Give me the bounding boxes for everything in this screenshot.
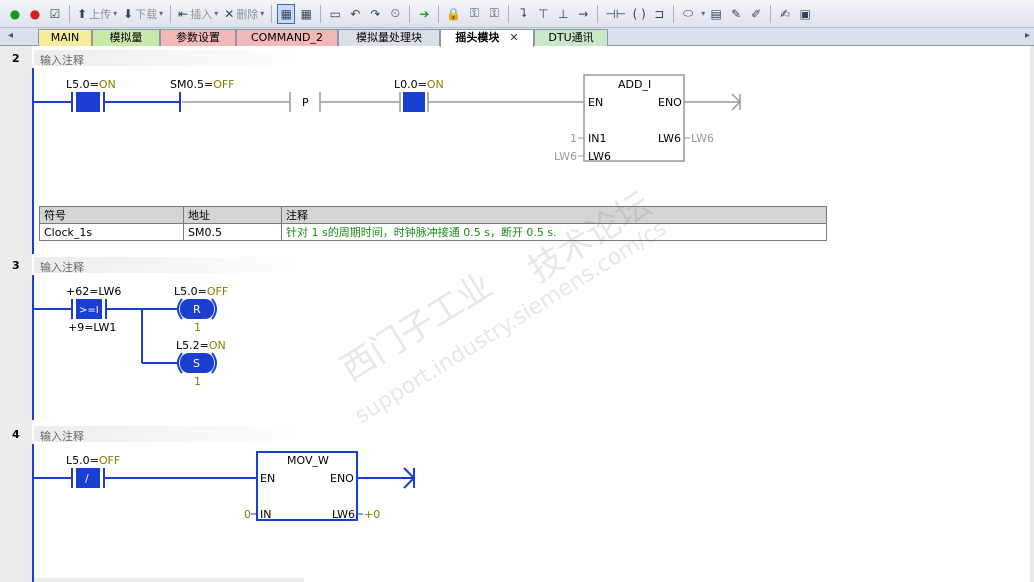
horizontal-scrollbar[interactable] [34,578,304,582]
network-2: L5.0=ON SM0.5=OFF P L0.0=ON ADD_I EN ENO [34,74,742,163]
pin-eno: ENO [658,96,682,109]
coil-count: 1 [194,321,201,334]
out-value: LW6 [691,132,714,145]
compare-bottom-operand: +9=LW1 [68,321,116,334]
coil-count: 1 [194,375,201,388]
network-4: / L5.0=OFF MOV_W EN ENO IN LW6 0 +0 [34,451,416,521]
column-header-address: 地址 [183,206,282,224]
in2-value: LW6 [554,150,577,163]
compare-operator: >=I [79,305,99,316]
edge-label: P [302,96,309,109]
table-row[interactable]: Clock_1s SM0.5 针对 1 s的周期时间，时钟脉冲接通 0.5 s，… [39,223,827,241]
ladder-diagram: L5.0=ON SM0.5=OFF P L0.0=ON ADD_I EN ENO [32,68,742,582]
contact-l5-0[interactable] [71,92,105,112]
coil-address: L5.2=ON [176,339,226,352]
symbol-table: 符号 地址 注释 Clock_1s SM0.5 针对 1 s的周期时间，时钟脉冲… [39,206,827,241]
pin-en: EN [588,96,603,109]
contact-address: SM0.5=OFF [170,78,235,91]
in1-value: 1 [570,132,577,145]
coil-address: L5.0=OFF [174,285,228,298]
reset-coil[interactable]: R [177,298,217,320]
pin-out: LW6 [332,508,355,521]
mov-w-block[interactable]: MOV_W EN ENO IN LW6 [256,451,358,521]
power-rail [32,444,34,582]
cell-address: SM0.5 [183,223,282,241]
set-coil[interactable]: S [177,352,217,374]
contact-l0-0[interactable] [399,92,429,112]
contact-address: L5.0=ON [66,78,116,91]
column-header-symbol: 符号 [39,206,184,224]
column-header-comment: 注释 [281,206,827,224]
compare-contact[interactable]: >=I [71,299,107,319]
pin-en: EN [260,472,275,485]
block-title: ADD_I [618,78,651,91]
contact-address: L0.0=ON [394,78,444,91]
out-value: +0 [364,508,380,521]
contact-type: / [85,472,89,485]
add-i-block[interactable]: ADD_I EN ENO IN1 LW6 LW6 [583,74,685,163]
block-title: MOV_W [287,454,329,467]
positive-edge-contact[interactable]: P [289,92,321,112]
coil-type: S [193,357,200,370]
pin-out: LW6 [658,132,681,145]
coil-type: R [193,303,201,316]
pin-in2: LW6 [588,150,611,163]
contact-address: L5.0=OFF [66,454,120,467]
cell-comment: 针对 1 s的周期时间，时钟脉冲接通 0.5 s，断开 0.5 s. [281,223,827,241]
pin-eno: ENO [330,472,354,485]
pin-in: IN [260,508,271,521]
normally-closed-contact[interactable]: / [71,468,105,488]
power-rail [32,275,34,420]
power-rail [32,68,34,254]
table-header-row: 符号 地址 注释 [39,206,827,224]
network-3: >=I +62=LW6 +9=LW1 R L5.0=OFF 1 S L5.2=O… [34,285,228,388]
pin-in1: IN1 [588,132,606,145]
compare-top-operand: +62=LW6 [66,285,121,298]
cell-symbol: Clock_1s [39,223,184,241]
in-value: 0 [244,508,251,521]
